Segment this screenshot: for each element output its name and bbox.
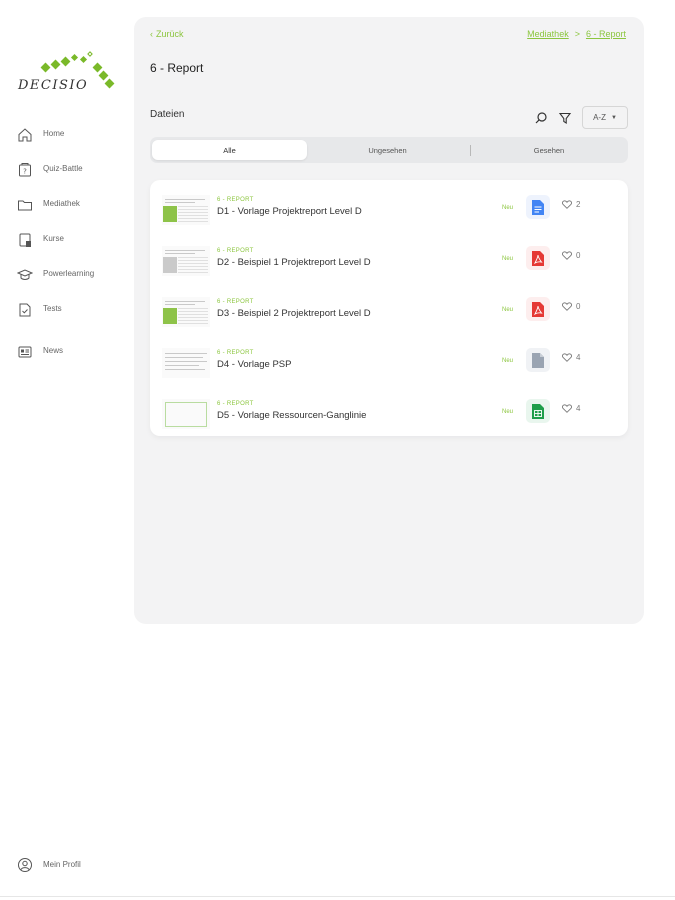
heart-icon bbox=[562, 404, 572, 413]
sidebar-item-label: Powerlearning bbox=[43, 269, 95, 278]
file-category: 6 - REPORT bbox=[217, 299, 254, 305]
like-button[interactable]: 4 bbox=[562, 353, 580, 362]
tab-label: Alle bbox=[223, 145, 236, 155]
heart-icon bbox=[562, 200, 572, 209]
quiz-icon: ? bbox=[19, 163, 31, 177]
list-item[interactable]: 6 - REPORT D5 - Vorlage Ressourcen-Gangl… bbox=[150, 387, 628, 438]
home-icon bbox=[18, 128, 32, 142]
tab-divider bbox=[470, 145, 471, 156]
file-thumbnail bbox=[162, 297, 210, 327]
folder-icon bbox=[18, 200, 32, 211]
sidebar: DECISIO Home ? Quiz-Battle Mediathek Kur… bbox=[0, 0, 130, 900]
search-icon[interactable] bbox=[534, 111, 548, 125]
breadcrumb-item-current[interactable]: 6 - Report bbox=[586, 29, 626, 39]
file-list: 6 - REPORT D1 - Vorlage Projektreport Le… bbox=[150, 180, 628, 436]
svg-text:?: ? bbox=[23, 168, 27, 176]
sidebar-item-powerlearning[interactable]: Powerlearning bbox=[0, 262, 130, 288]
pdf-file-icon bbox=[526, 297, 550, 321]
file-thumbnail bbox=[162, 246, 210, 276]
section-title: Dateien bbox=[150, 109, 185, 120]
file-thumbnail bbox=[162, 399, 210, 429]
sidebar-item-label: Home bbox=[43, 129, 65, 138]
like-count: 0 bbox=[576, 251, 581, 260]
like-button[interactable]: 2 bbox=[562, 200, 580, 209]
toolbar: A-Z ▼ bbox=[534, 106, 628, 129]
like-count: 4 bbox=[576, 404, 581, 413]
heart-icon bbox=[562, 251, 572, 260]
breadcrumb: Mediathek > 6 - Report bbox=[527, 29, 626, 39]
list-item[interactable]: 6 - REPORT D3 - Beispiel 2 Projektreport… bbox=[150, 285, 628, 336]
bottom-divider bbox=[0, 896, 675, 897]
new-badge: Neu bbox=[502, 205, 514, 211]
file-category: 6 - REPORT bbox=[217, 248, 254, 254]
like-count: 4 bbox=[576, 353, 581, 362]
like-count: 0 bbox=[576, 302, 581, 311]
list-item[interactable]: 6 - REPORT D1 - Vorlage Projektreport Le… bbox=[150, 183, 628, 234]
tab-label: Gesehen bbox=[533, 145, 565, 155]
test-icon bbox=[19, 303, 31, 317]
profile-label: Mein Profil bbox=[43, 860, 81, 869]
file-category: 6 - REPORT bbox=[217, 401, 254, 407]
breadcrumb-item-mediathek[interactable]: Mediathek bbox=[527, 29, 569, 39]
news-icon bbox=[18, 346, 32, 358]
list-item[interactable]: 6 - REPORT D2 - Beispiel 1 Projektreport… bbox=[150, 234, 628, 285]
sidebar-item-kurse[interactable]: Kurse bbox=[0, 227, 130, 253]
tab-ungesehen[interactable]: Ungesehen bbox=[310, 140, 465, 160]
new-badge: Neu bbox=[502, 358, 514, 364]
tab-alle[interactable]: Alle bbox=[152, 140, 307, 160]
back-label: Zurück bbox=[156, 29, 184, 39]
main-panel: ‹ Zurück Mediathek > 6 - Report 6 - Repo… bbox=[134, 17, 644, 624]
file-title: D1 - Vorlage Projektreport Level D bbox=[217, 206, 362, 217]
new-badge: Neu bbox=[502, 307, 514, 313]
sidebar-item-tests[interactable]: Tests bbox=[0, 297, 130, 323]
file-category: 6 - REPORT bbox=[217, 197, 254, 203]
caret-down-icon: ▼ bbox=[610, 114, 617, 121]
new-badge: Neu bbox=[502, 409, 514, 415]
new-badge: Neu bbox=[502, 256, 514, 262]
sidebar-item-label: Mediathek bbox=[43, 199, 80, 208]
sidebar-item-profile[interactable]: Mein Profil bbox=[0, 852, 130, 878]
back-link[interactable]: ‹ Zurück bbox=[150, 29, 184, 39]
sidebar-item-news[interactable]: News bbox=[0, 339, 130, 365]
chevron-left-icon: ‹ bbox=[150, 29, 153, 39]
file-title: D4 - Vorlage PSP bbox=[217, 359, 292, 370]
sort-select[interactable]: A-Z ▼ bbox=[582, 106, 628, 129]
tab-gesehen[interactable]: Gesehen bbox=[472, 140, 626, 160]
heart-icon bbox=[562, 353, 572, 362]
doc-file-icon bbox=[526, 195, 550, 219]
filter-tabs: Alle Ungesehen Gesehen bbox=[150, 137, 628, 163]
page-title: 6 - Report bbox=[150, 61, 204, 75]
pdf-file-icon bbox=[526, 246, 550, 270]
like-count: 2 bbox=[576, 200, 581, 209]
sidebar-item-quiz-battle[interactable]: ? Quiz-Battle bbox=[0, 157, 130, 183]
sidebar-item-label: Tests bbox=[43, 304, 62, 313]
sidebar-item-label: Kurse bbox=[43, 234, 64, 243]
graduation-cap-icon bbox=[17, 269, 33, 280]
file-category: 6 - REPORT bbox=[217, 350, 254, 356]
decisio-logo[interactable]: DECISIO bbox=[18, 50, 118, 95]
file-thumbnail bbox=[162, 195, 210, 225]
tab-label: Ungesehen bbox=[368, 145, 407, 155]
sidebar-item-label: Quiz-Battle bbox=[43, 164, 83, 173]
filter-icon[interactable] bbox=[558, 111, 572, 125]
sidebar-item-label: News bbox=[43, 346, 64, 355]
like-button[interactable]: 0 bbox=[562, 251, 580, 260]
spreadsheet-file-icon bbox=[526, 399, 550, 423]
like-button[interactable]: 4 bbox=[562, 404, 580, 413]
file-thumbnail bbox=[162, 348, 210, 378]
sidebar-item-mediathek[interactable]: Mediathek bbox=[0, 192, 130, 218]
sidebar-item-home[interactable]: Home bbox=[0, 122, 130, 148]
course-icon bbox=[19, 233, 31, 247]
like-button[interactable]: 0 bbox=[562, 302, 580, 311]
list-item[interactable]: 6 - REPORT D4 - Vorlage PSP Neu 4 bbox=[150, 336, 628, 387]
user-icon bbox=[18, 858, 32, 872]
file-title: D2 - Beispiel 1 Projektreport Level D bbox=[217, 257, 371, 268]
sort-value: A-Z bbox=[593, 113, 606, 122]
generic-file-icon bbox=[526, 348, 550, 372]
breadcrumb-separator: > bbox=[574, 29, 580, 39]
file-title: D5 - Vorlage Ressourcen-Ganglinie bbox=[217, 410, 367, 421]
heart-icon bbox=[562, 302, 572, 311]
file-title: D3 - Beispiel 2 Projektreport Level D bbox=[217, 308, 371, 319]
